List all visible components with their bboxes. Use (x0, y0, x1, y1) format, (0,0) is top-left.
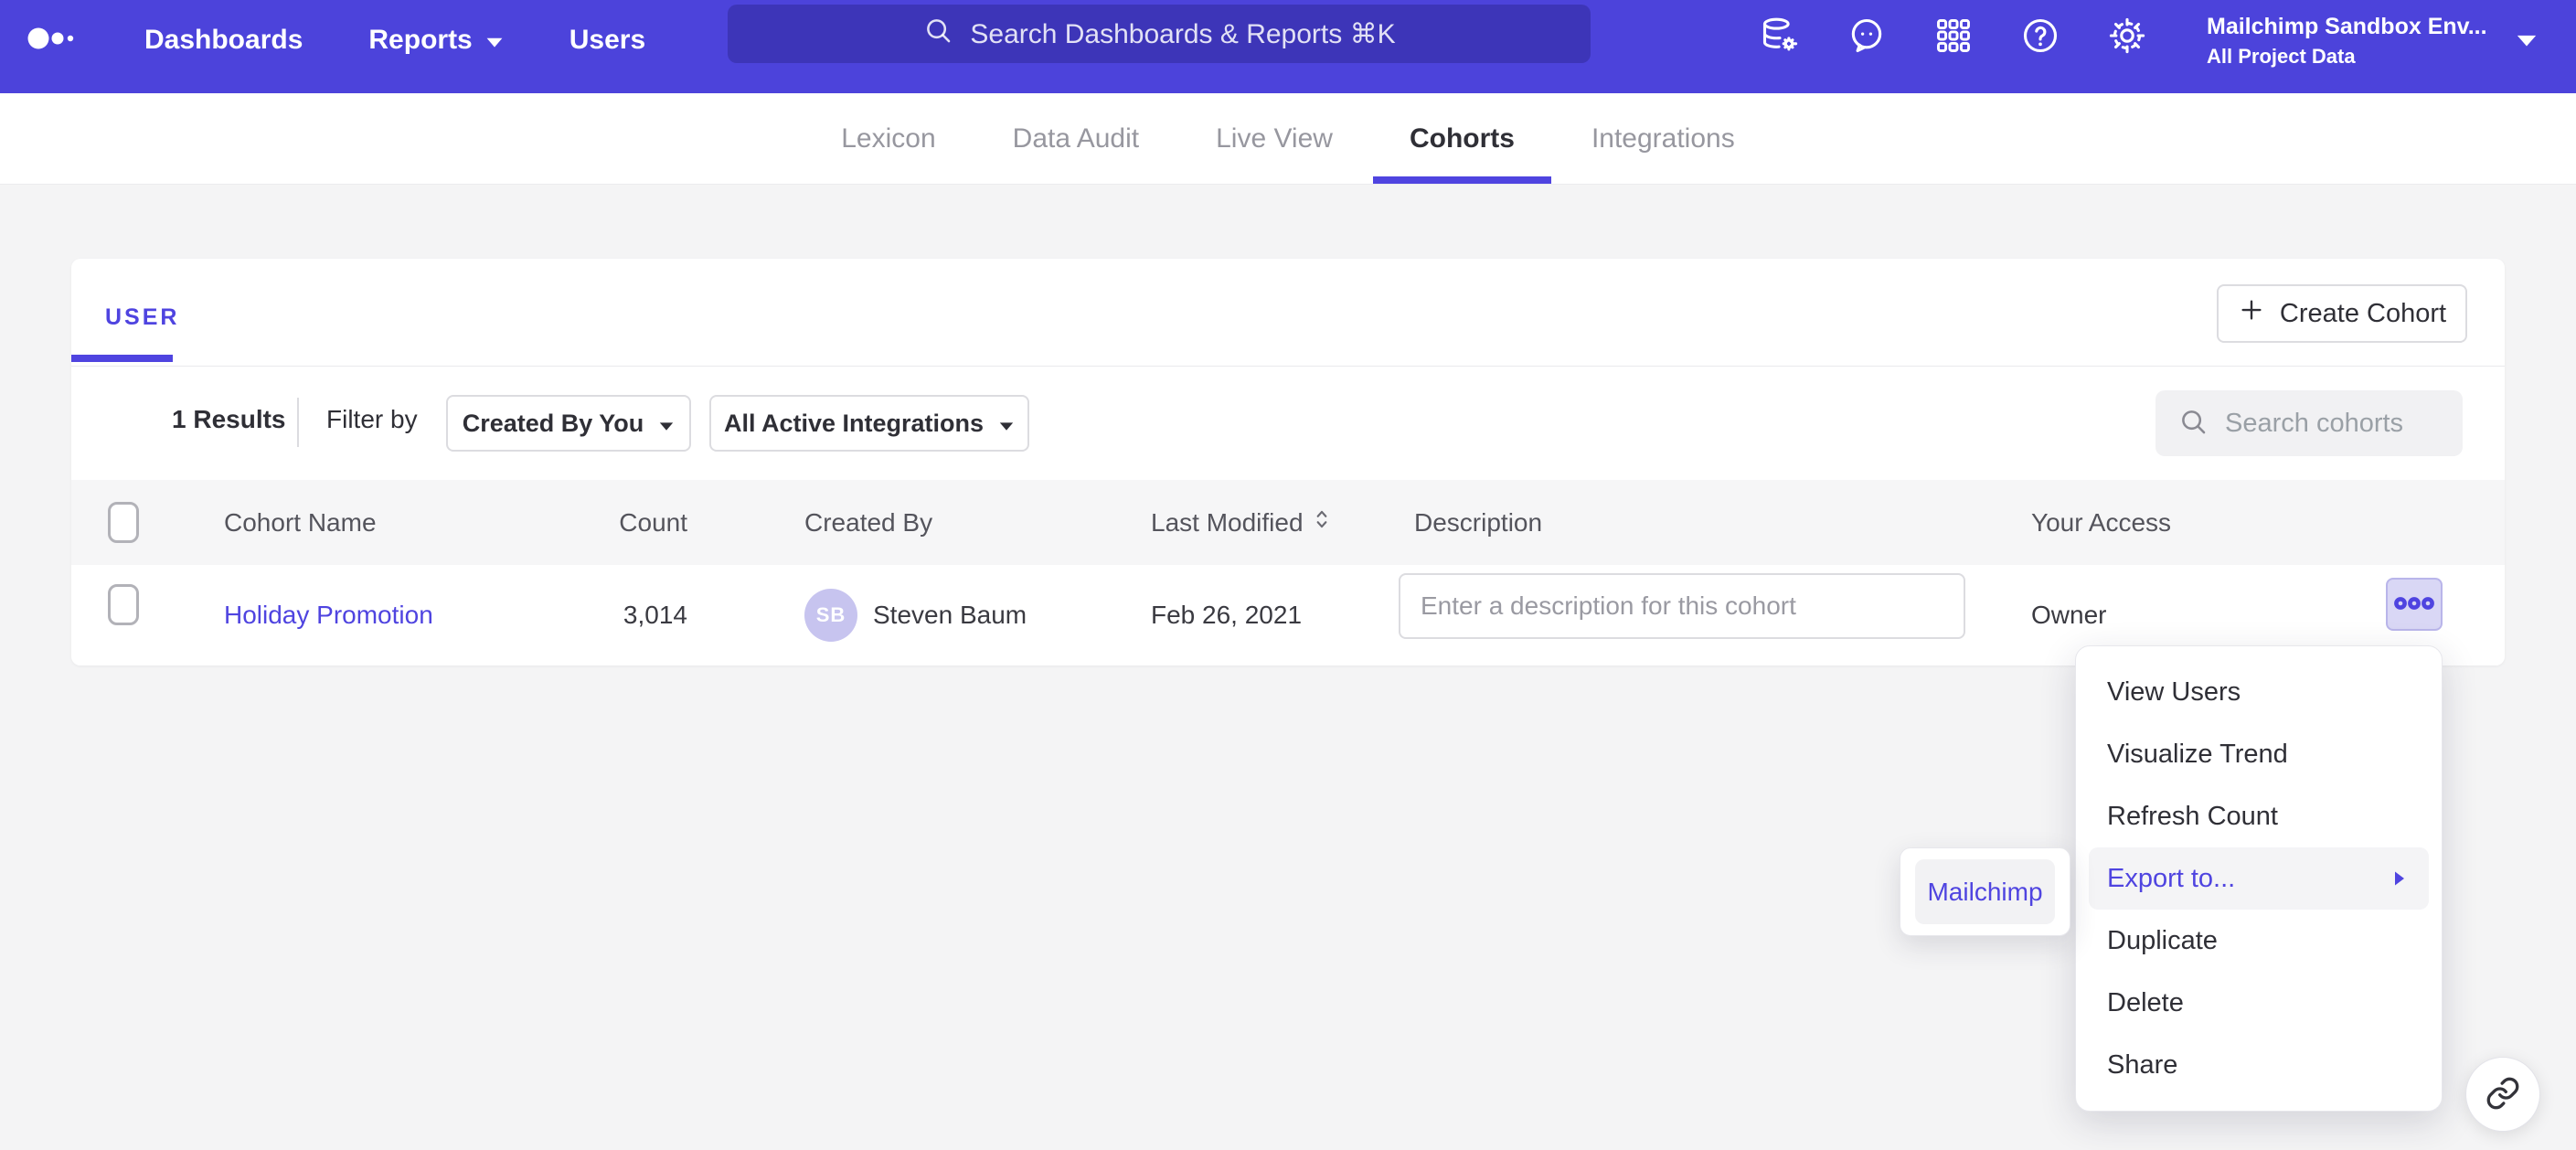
active-tab-underline (1373, 176, 1551, 184)
help-icon (2020, 16, 2060, 59)
tab-user-cohorts[interactable]: USER (105, 304, 179, 331)
chevron-down-icon (485, 25, 504, 56)
column-header-your-access: Your Access (2031, 480, 2171, 565)
gear-icon (2107, 16, 2147, 59)
cohort-count: 3,014 (505, 565, 687, 666)
link-icon (2485, 1075, 2521, 1114)
card-head-divider (71, 366, 2505, 367)
data-settings-button[interactable] (1760, 16, 1800, 57)
row-actions-button[interactable] (2386, 578, 2443, 631)
menu-item-visualize-trend[interactable]: Visualize Trend (2076, 723, 2442, 785)
copy-link-button[interactable] (2465, 1057, 2540, 1132)
plus-icon (2238, 296, 2265, 331)
cohort-search (2156, 390, 2463, 456)
cohort-last-modified: Feb 26, 2021 (1151, 565, 1302, 666)
database-gear-icon (1760, 16, 1800, 59)
menu-item-refresh-count[interactable]: Refresh Count (2076, 785, 2442, 847)
created-by-filter-dropdown[interactable]: Created By You (446, 395, 691, 452)
column-header-last-modified[interactable]: Last Modified (1151, 480, 1331, 565)
global-search-placeholder: Search Dashboards & Reports ⌘K (970, 18, 1395, 50)
global-search[interactable]: Search Dashboards & Reports ⌘K (728, 5, 1591, 63)
filter-by-label: Filter by (326, 405, 418, 434)
column-header-cohort-name[interactable]: Cohort Name (224, 480, 377, 565)
apps-button[interactable] (1933, 16, 1974, 57)
cohorts-card: USER Create Cohort 1 Results Filter by C… (71, 259, 2505, 666)
column-header-description: Description (1414, 480, 1542, 565)
apps-grid-icon (1933, 16, 1974, 59)
create-cohort-label: Create Cohort (2280, 299, 2446, 329)
submenu-item-mailchimp[interactable]: Mailchimp (1915, 859, 2055, 924)
tab-cohorts[interactable]: Cohorts (1410, 93, 1515, 184)
column-header-count[interactable]: Count (505, 480, 687, 565)
mixpanel-logo[interactable] (27, 26, 79, 56)
help-button[interactable] (2020, 16, 2060, 57)
menu-item-duplicate[interactable]: Duplicate (2076, 910, 2442, 972)
submenu-arrow-icon (2392, 869, 2407, 888)
data-management-tabbar: Lexicon Data Audit Live View Cohorts Int… (0, 93, 2576, 185)
menu-item-export-to-label: Export to... (2107, 864, 2235, 894)
cohorts-screen: Dashboards Reports Users Search Dashboar… (0, 0, 2576, 1150)
menu-item-delete[interactable]: Delete (2076, 972, 2442, 1034)
cohorts-table-header: Cohort Name Count Created By Last Modifi… (71, 480, 2505, 565)
top-nav: Dashboards Reports Users Search Dashboar… (0, 0, 2576, 93)
project-switcher[interactable]: Mailchimp Sandbox Env... All Project Dat… (2207, 11, 2487, 69)
feedback-button[interactable] (1847, 16, 1887, 57)
export-submenu: Mailchimp (1900, 847, 2070, 936)
column-header-created-by[interactable]: Created By (804, 480, 932, 565)
menu-item-share[interactable]: Share (2076, 1034, 2442, 1096)
project-name: Mailchimp Sandbox Env... (2207, 11, 2487, 42)
mixpanel-logo-icon (27, 26, 79, 56)
integrations-filter-dropdown[interactable]: All Active Integrations (709, 395, 1029, 452)
tab-integrations[interactable]: Integrations (1591, 93, 1735, 184)
select-all-checkbox[interactable] (108, 502, 139, 543)
column-header-last-modified-label: Last Modified (1151, 508, 1304, 538)
cohort-created-by: Steven Baum (873, 565, 1027, 666)
row-actions-menu: View Users Visualize Trend Refresh Count… (2075, 645, 2443, 1112)
nav-users[interactable]: Users (569, 25, 645, 56)
menu-item-export-to[interactable]: Export to... (2089, 847, 2429, 910)
menu-item-view-users[interactable]: View Users (2076, 661, 2442, 723)
project-scope: All Project Data (2207, 44, 2487, 69)
search-icon (922, 15, 953, 53)
nav-reports[interactable]: Reports (368, 25, 503, 56)
cohort-name-link[interactable]: Holiday Promotion (224, 601, 433, 630)
nav-dashboards[interactable]: Dashboards (144, 25, 303, 56)
tab-lexicon[interactable]: Lexicon (841, 93, 935, 184)
cohort-search-input[interactable] (2223, 408, 2446, 440)
created-by-filter-label: Created By You (463, 410, 644, 438)
feedback-smiley-bubble-icon (1847, 16, 1887, 59)
project-caret-icon[interactable] (2516, 33, 2538, 52)
top-nav-left: Dashboards Reports Users (27, 0, 645, 80)
results-count: 1 Results (172, 405, 286, 434)
tab-cohorts-label: Cohorts (1410, 123, 1515, 154)
tab-data-audit[interactable]: Data Audit (1013, 93, 1139, 184)
search-icon (2177, 406, 2209, 442)
filter-divider (297, 398, 299, 447)
three-dots-icon (2393, 596, 2435, 613)
integrations-filter-label: All Active Integrations (724, 410, 984, 438)
chevron-down-icon (658, 410, 675, 438)
nav-reports-label: Reports (368, 25, 472, 56)
chevron-down-icon (998, 410, 1015, 438)
sort-icon (1313, 506, 1331, 538)
cohort-description-input[interactable] (1399, 573, 1965, 639)
tab-live-view[interactable]: Live View (1216, 93, 1333, 184)
create-cohort-button[interactable]: Create Cohort (2217, 284, 2467, 343)
row-checkbox[interactable] (108, 584, 139, 625)
top-nav-icons (1760, 16, 2147, 57)
avatar: SB (804, 589, 857, 642)
user-tab-underline (71, 355, 173, 362)
settings-button[interactable] (2107, 16, 2147, 57)
